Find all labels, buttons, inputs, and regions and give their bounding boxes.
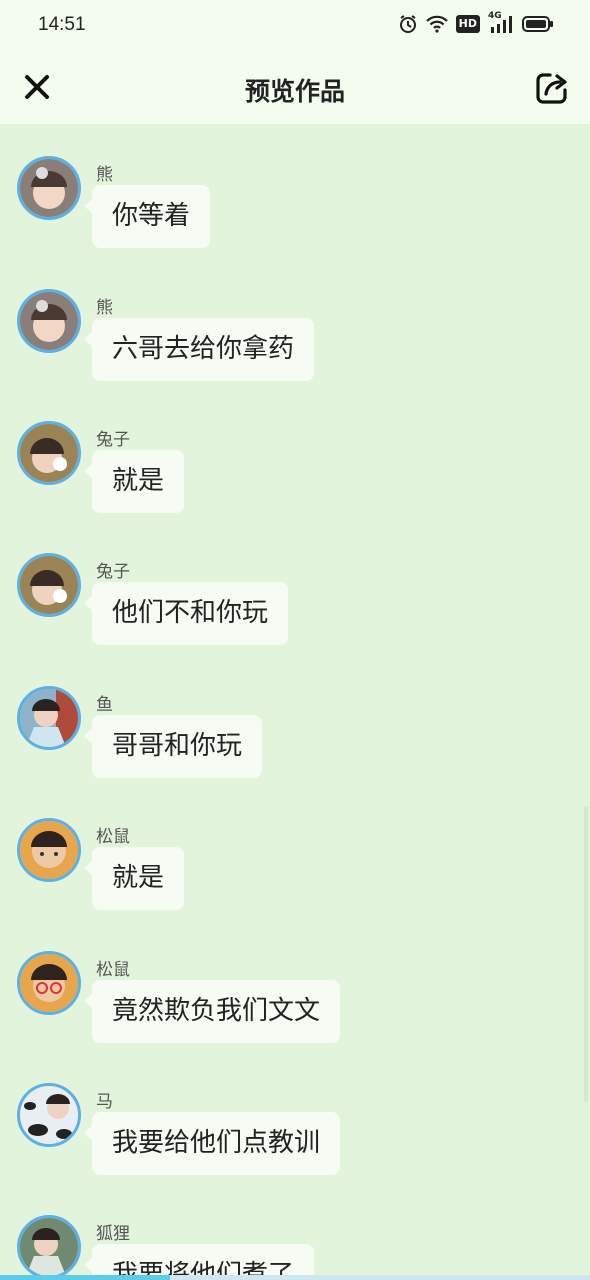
progress-bar [0, 1275, 590, 1280]
progress-fill [0, 1275, 170, 1280]
sender-name: 熊 [96, 165, 113, 185]
avatar[interactable] [17, 1083, 81, 1147]
status-time: 14:51 [38, 14, 86, 35]
top-bar: 预览作品 [0, 52, 590, 124]
message-bubble[interactable]: 我要给他们点教训 [83, 1112, 341, 1175]
message-bubble[interactable]: 竟然欺负我们文文 [83, 980, 341, 1043]
hd-badge: HD [455, 15, 480, 33]
signal-icon: 4G [488, 11, 514, 34]
sender-name: 狐狸 [96, 1224, 130, 1244]
status-icons: HD 4G [398, 11, 554, 34]
message-bubble[interactable]: 你等着 [83, 185, 211, 248]
chat-message: 熊 你等着 [0, 124, 590, 248]
sender-name: 兔子 [96, 430, 130, 450]
avatar[interactable] [17, 289, 81, 353]
chat-message: 马 我要给他们点教训 [0, 1051, 590, 1175]
chat-message: 狐狸 我要将他们煮了 [0, 1183, 590, 1280]
message-bubble[interactable]: 他们不和你玩 [83, 582, 289, 645]
chat-message: 松鼠 就是 [0, 786, 590, 910]
message-bubble[interactable]: 哥哥和你玩 [83, 715, 263, 778]
avatar[interactable] [17, 686, 81, 750]
status-bar: 14:51 HD 4G [0, 0, 590, 52]
avatar[interactable] [17, 156, 81, 220]
page-title: 预览作品 [244, 77, 345, 106]
avatar[interactable] [17, 818, 81, 882]
sender-name: 松鼠 [96, 960, 130, 980]
sender-name: 松鼠 [96, 827, 130, 847]
avatar[interactable] [17, 1215, 81, 1279]
share-icon[interactable] [534, 70, 570, 106]
message-bubble[interactable]: 就是 [83, 847, 185, 910]
sender-name: 熊 [96, 298, 113, 318]
chat-message: 松鼠 竟然欺负我们文文 [0, 919, 590, 1043]
chat-message: 熊 六哥去给你拿药 [0, 257, 590, 381]
message-bubble[interactable]: 六哥去给你拿药 [83, 318, 315, 381]
sender-name: 鱼 [96, 695, 113, 715]
chat-message: 兔子 他们不和你玩 [0, 521, 590, 645]
scrollbar[interactable] [584, 806, 588, 1102]
message-bubble[interactable]: 就是 [83, 450, 185, 513]
wifi-icon [425, 15, 448, 33]
avatar[interactable] [17, 553, 81, 617]
battery-icon [522, 15, 554, 33]
avatar[interactable] [17, 421, 81, 485]
alarm-icon [398, 14, 418, 34]
chat-list[interactable]: 熊 你等着 熊 六哥去给你拿药 兔子 就是 兔子 他们不和你玩 鱼 哥哥和你玩 [0, 124, 590, 1280]
chat-message: 兔子 就是 [0, 389, 590, 513]
avatar[interactable] [17, 951, 81, 1015]
chat-message: 鱼 哥哥和你玩 [0, 654, 590, 778]
sender-name: 马 [96, 1092, 113, 1112]
sender-name: 兔子 [96, 562, 130, 582]
share-button[interactable] [534, 70, 570, 106]
